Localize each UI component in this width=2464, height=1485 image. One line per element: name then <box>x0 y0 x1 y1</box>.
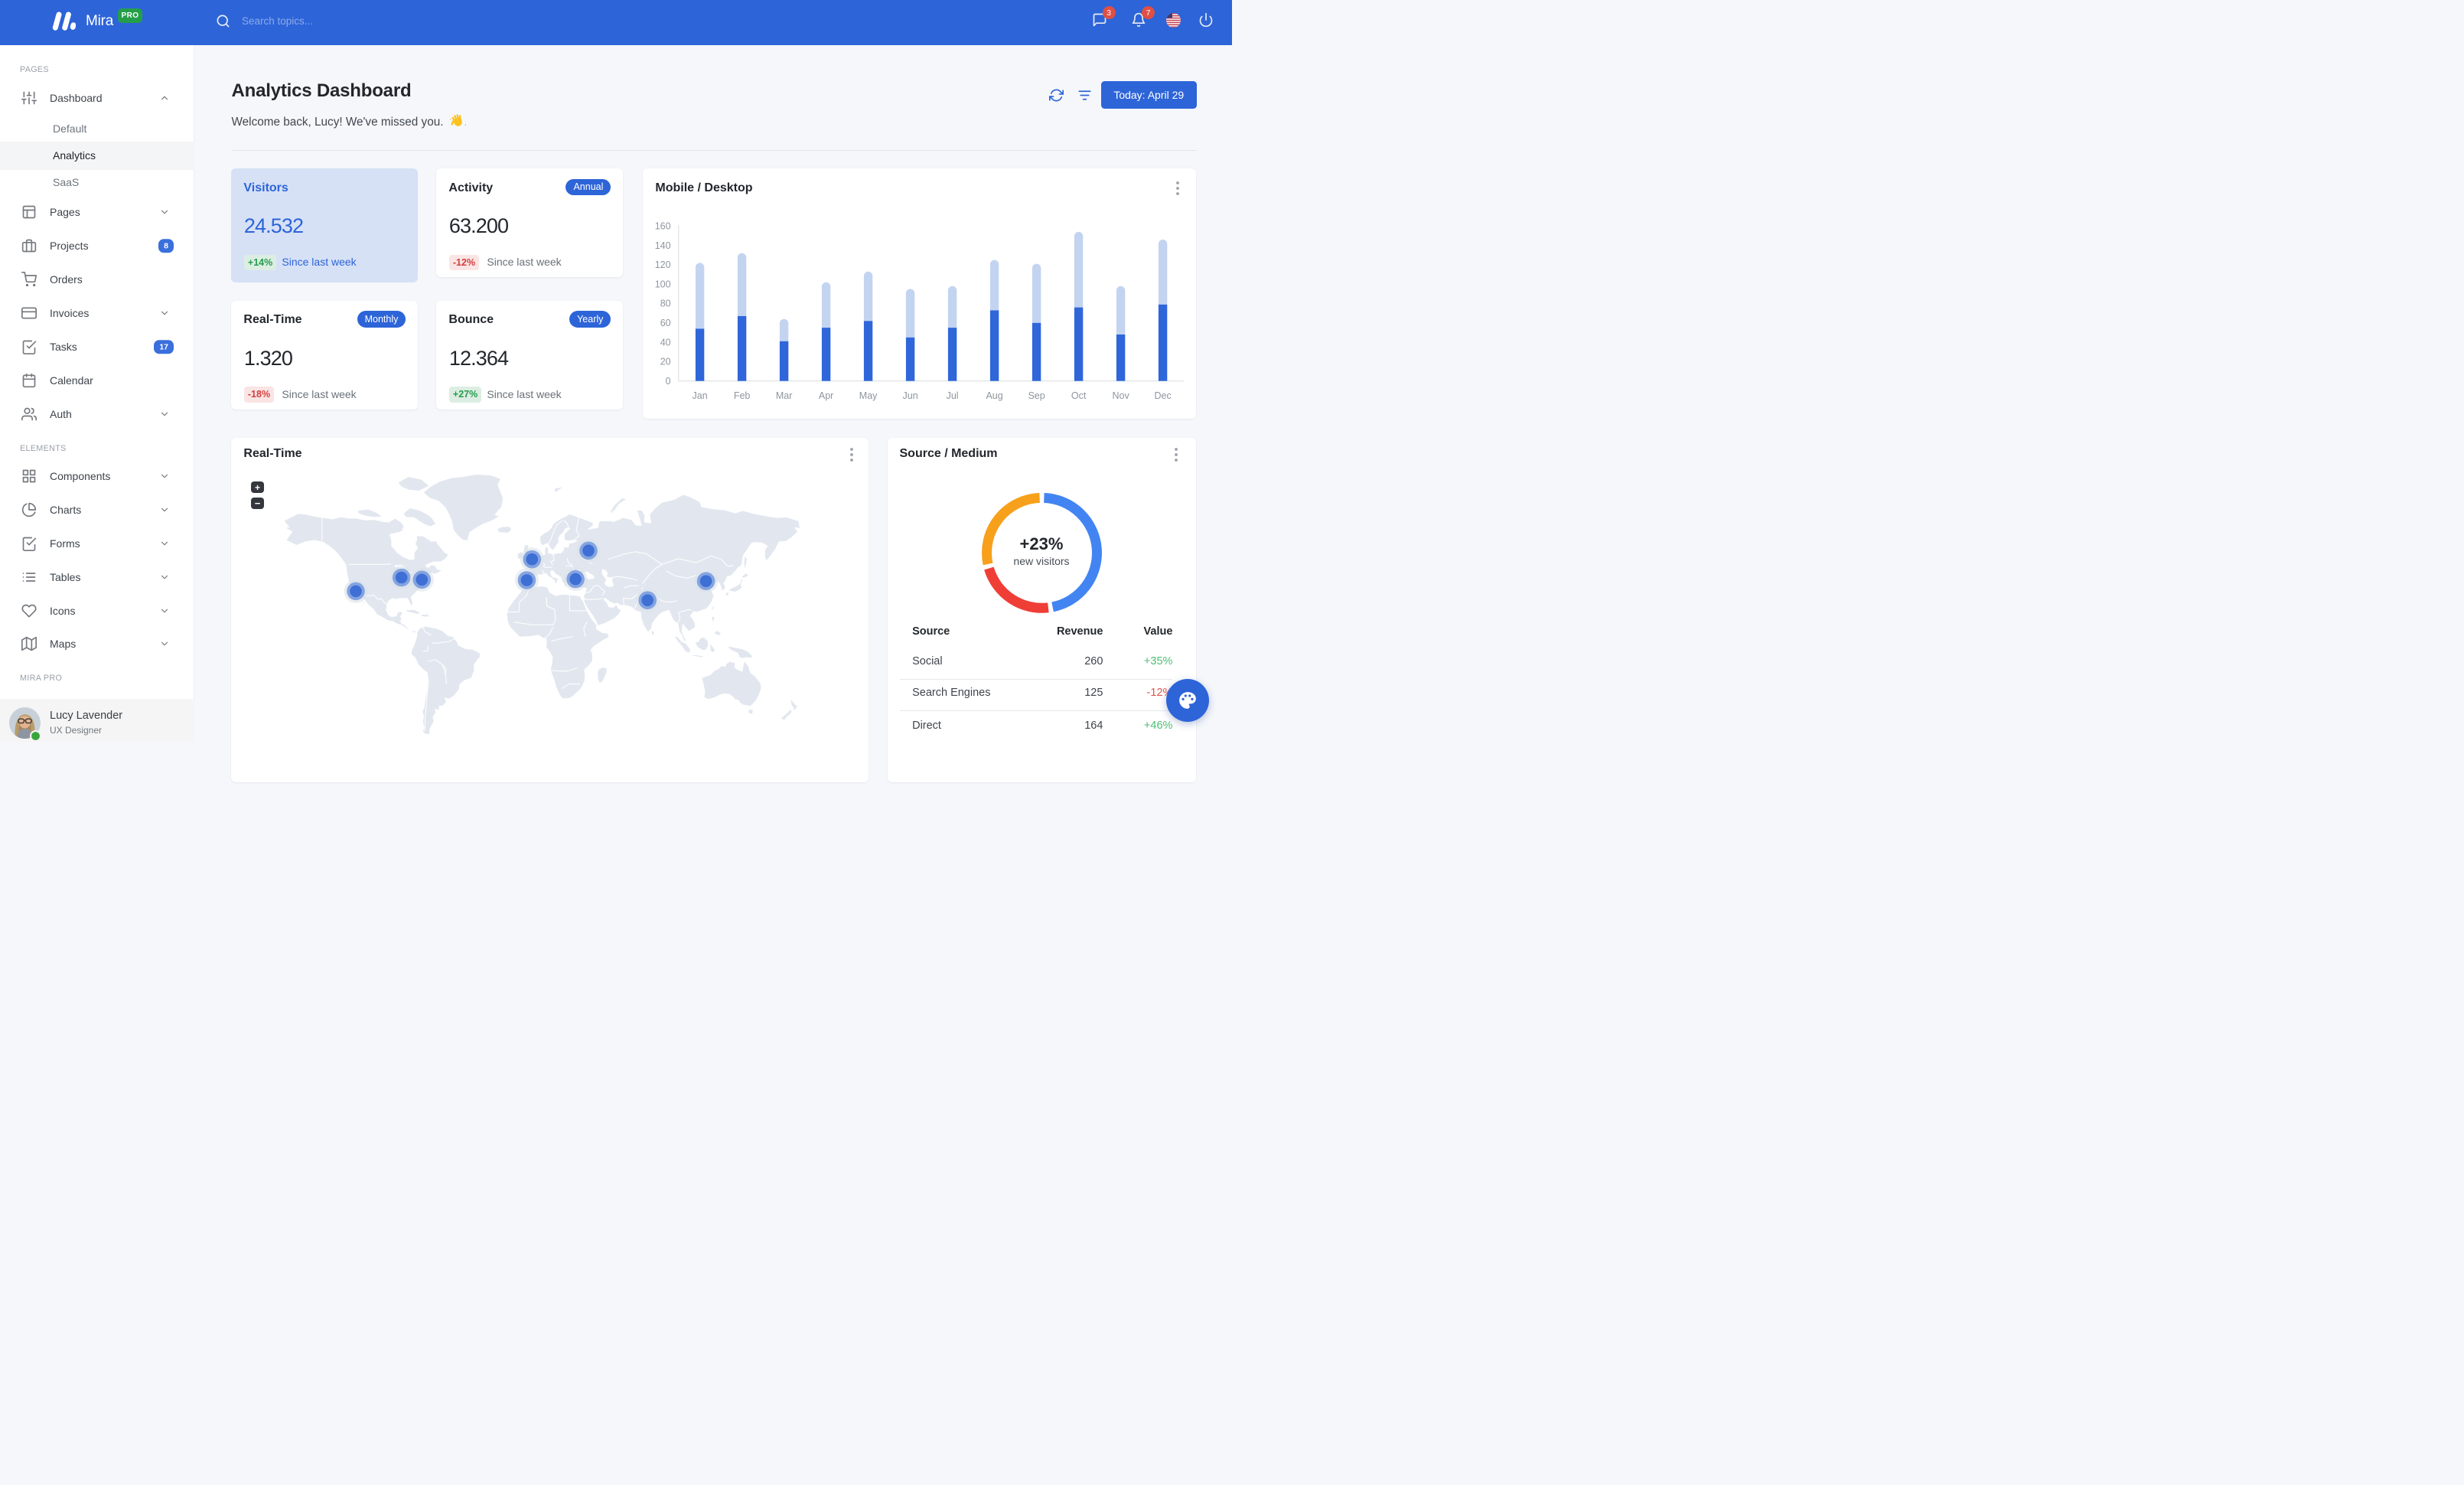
svg-text:Dec: Dec <box>1155 390 1172 401</box>
svg-text:Sep: Sep <box>1028 390 1045 401</box>
svg-text:80: 80 <box>660 299 671 309</box>
svg-text:20: 20 <box>660 357 671 367</box>
svg-text:May: May <box>859 390 878 401</box>
svg-text:160: 160 <box>655 221 671 232</box>
svg-text:Feb: Feb <box>734 390 751 401</box>
svg-text:140: 140 <box>655 240 671 251</box>
svg-text:Jun: Jun <box>903 390 918 401</box>
svg-text:Apr: Apr <box>819 390 833 401</box>
svg-text:120: 120 <box>655 259 671 270</box>
svg-text:Oct: Oct <box>1071 390 1087 401</box>
svg-text:Mar: Mar <box>776 390 793 401</box>
svg-text:Aug: Aug <box>986 390 1003 401</box>
svg-text:40: 40 <box>660 338 671 348</box>
svg-text:Jul: Jul <box>947 390 959 401</box>
svg-text:Jan: Jan <box>693 390 708 401</box>
svg-text:Nov: Nov <box>1113 390 1130 401</box>
svg-text:0: 0 <box>666 376 671 387</box>
svg-text:100: 100 <box>655 279 671 290</box>
svg-text:60: 60 <box>660 318 671 328</box>
